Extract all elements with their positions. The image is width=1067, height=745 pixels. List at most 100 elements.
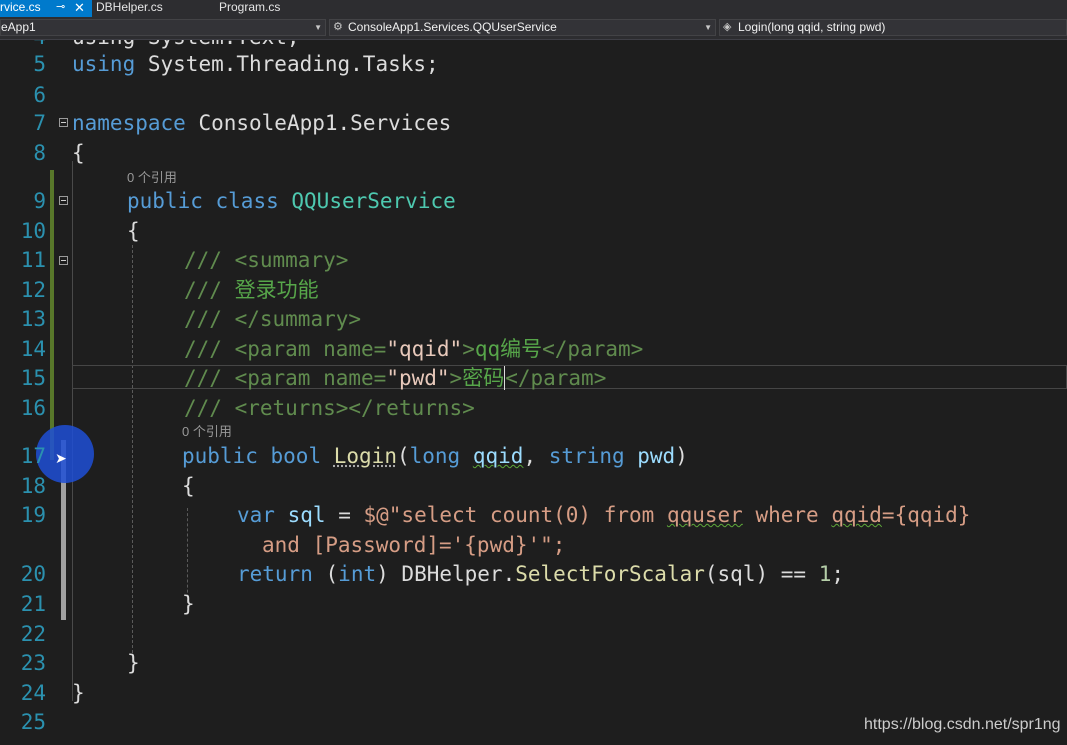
- keyword: return: [237, 562, 313, 586]
- line-number: 10: [20, 219, 46, 243]
- doc-slashes: ///: [184, 307, 222, 331]
- keyword: class: [215, 189, 279, 213]
- code-line-20: return (int) DBHelper.SelectForScalar(sq…: [237, 562, 844, 586]
- string-literal: where: [755, 503, 819, 527]
- tab-qquserservice[interactable]: rvice.cs ⊸ ✕: [0, 0, 92, 17]
- keyword: string: [548, 444, 625, 468]
- paren: (: [325, 562, 339, 586]
- number-literal: 1: [818, 562, 832, 586]
- code-line-7: namespace ConsoleApp1.Services: [72, 111, 451, 135]
- collapse-box-icon[interactable]: [59, 196, 68, 205]
- close-icon[interactable]: ✕: [74, 0, 85, 15]
- line-number: 19: [20, 503, 46, 527]
- line-number: 7: [33, 111, 46, 135]
- code-editor[interactable]: ➤ 4 using System.Text; 5 using System.Th…: [0, 40, 1067, 745]
- type-label: ConsoleApp1.Services.QQUserService: [348, 20, 557, 34]
- code-line-21: }: [182, 592, 195, 616]
- navigation-bar: eApp1 ▼ ⚙ ConsoleApp1.Services.QQUserSer…: [0, 17, 1067, 40]
- code-line-24: }: [72, 681, 85, 705]
- keyword: using: [72, 52, 136, 76]
- tab-program[interactable]: Program.cs: [219, 0, 280, 17]
- line-number: 13: [20, 307, 46, 331]
- xml-value: "pwd": [386, 366, 450, 390]
- line-number: 20: [20, 562, 46, 586]
- class-icon: ⚙: [333, 21, 343, 33]
- xml-attr: name=: [323, 337, 387, 361]
- xml-attr: name=: [323, 366, 387, 390]
- line-number: 9: [33, 189, 46, 213]
- class-name: DBHelper: [401, 562, 503, 586]
- doc-slashes: ///: [184, 366, 222, 390]
- line-number: 14: [20, 337, 46, 361]
- keyword: var: [237, 503, 275, 527]
- line-number: 17: [20, 444, 46, 468]
- line-number: 12: [20, 278, 46, 302]
- string-literal: qqid: [831, 503, 882, 527]
- keyword: long: [409, 444, 461, 468]
- collapse-box-icon[interactable]: [59, 118, 68, 127]
- xml-tag: <summary>: [234, 248, 349, 272]
- line-number: 16: [20, 396, 46, 420]
- paren: ): [376, 562, 389, 586]
- type-dropdown[interactable]: ⚙ ConsoleApp1.Services.QQUserService ▼: [329, 19, 716, 36]
- code-line-16: /// <returns></returns>: [184, 396, 475, 420]
- line-number: 18: [20, 474, 46, 498]
- line-number: 8: [33, 141, 46, 165]
- reference-codelens[interactable]: 0 个引用: [127, 167, 177, 186]
- code-line-15: /// <param name="pwd">密码</param>: [184, 366, 606, 390]
- reference-codelens[interactable]: 0 个引用: [182, 421, 232, 440]
- operator: ==: [780, 562, 807, 586]
- keyword: int: [338, 562, 377, 586]
- keyword: public: [182, 444, 258, 468]
- xml-tag: <param: [234, 366, 311, 390]
- keyword: public: [127, 189, 203, 213]
- tab-label: rvice.cs: [0, 0, 41, 14]
- line-number: 11: [20, 248, 46, 272]
- code-line-5: using System.Threading.Tasks;: [72, 52, 439, 76]
- xml-tag: <returns></returns>: [234, 396, 475, 420]
- namespace-name: ConsoleApp1.Services: [198, 111, 452, 135]
- doc-slashes: ///: [184, 278, 222, 302]
- line-number: 4: [0, 40, 46, 49]
- line-number: 21: [20, 592, 46, 616]
- class-name: QQUserService: [291, 189, 456, 213]
- code-line-12: /// 登录功能: [184, 278, 319, 302]
- xml-tag: <param: [234, 337, 311, 361]
- doc-slashes: ///: [184, 248, 222, 272]
- xml-tag: </param>: [505, 366, 607, 390]
- code-line-17: public bool Login(long qqid, string pwd): [182, 444, 688, 468]
- chevron-down-icon[interactable]: ▼: [704, 20, 712, 35]
- code-line-8: {: [72, 141, 85, 165]
- code-line-10: {: [127, 219, 140, 243]
- project-dropdown[interactable]: eApp1 ▼: [0, 19, 326, 36]
- member-dropdown[interactable]: ◈ Login(long qqid, string pwd): [719, 19, 1067, 36]
- watermark-text: https://blog.csdn.net/spr1ng: [864, 716, 1061, 733]
- xml-value: "qqid": [386, 337, 463, 361]
- semicolon: ;: [831, 562, 845, 586]
- change-tracking-bar: [50, 170, 54, 460]
- line-number: 22: [20, 622, 46, 646]
- cursor-pointer-icon: ➤: [55, 451, 67, 467]
- doc-text: qq编号: [474, 337, 543, 361]
- code-line-19-wrap: and [Password]='{pwd}'";: [262, 533, 566, 557]
- tab-dbhelper[interactable]: DBHelper.cs: [96, 0, 163, 17]
- line-number: 15: [20, 366, 46, 390]
- code-line-9: public class QQUserService: [127, 189, 456, 213]
- paren: ): [675, 444, 688, 468]
- collapse-box-icon[interactable]: [59, 256, 68, 265]
- project-label: eApp1: [1, 20, 36, 34]
- dot: .: [502, 562, 516, 586]
- tab-label: Program.cs: [219, 0, 281, 14]
- line-number: 23: [20, 651, 46, 675]
- code-line-11: /// <summary>: [184, 248, 348, 272]
- indent-guide: [132, 245, 133, 663]
- code-line-18: {: [182, 474, 195, 498]
- line-number: 24: [20, 681, 46, 705]
- code-line-23: }: [127, 651, 140, 675]
- pin-icon[interactable]: ⊸: [56, 0, 65, 15]
- arguments: (sql): [704, 562, 769, 586]
- keyword: bool: [270, 444, 322, 468]
- doc-text: 登录功能: [234, 278, 319, 302]
- parameter: pwd: [637, 444, 676, 468]
- chevron-down-icon[interactable]: ▼: [314, 20, 322, 35]
